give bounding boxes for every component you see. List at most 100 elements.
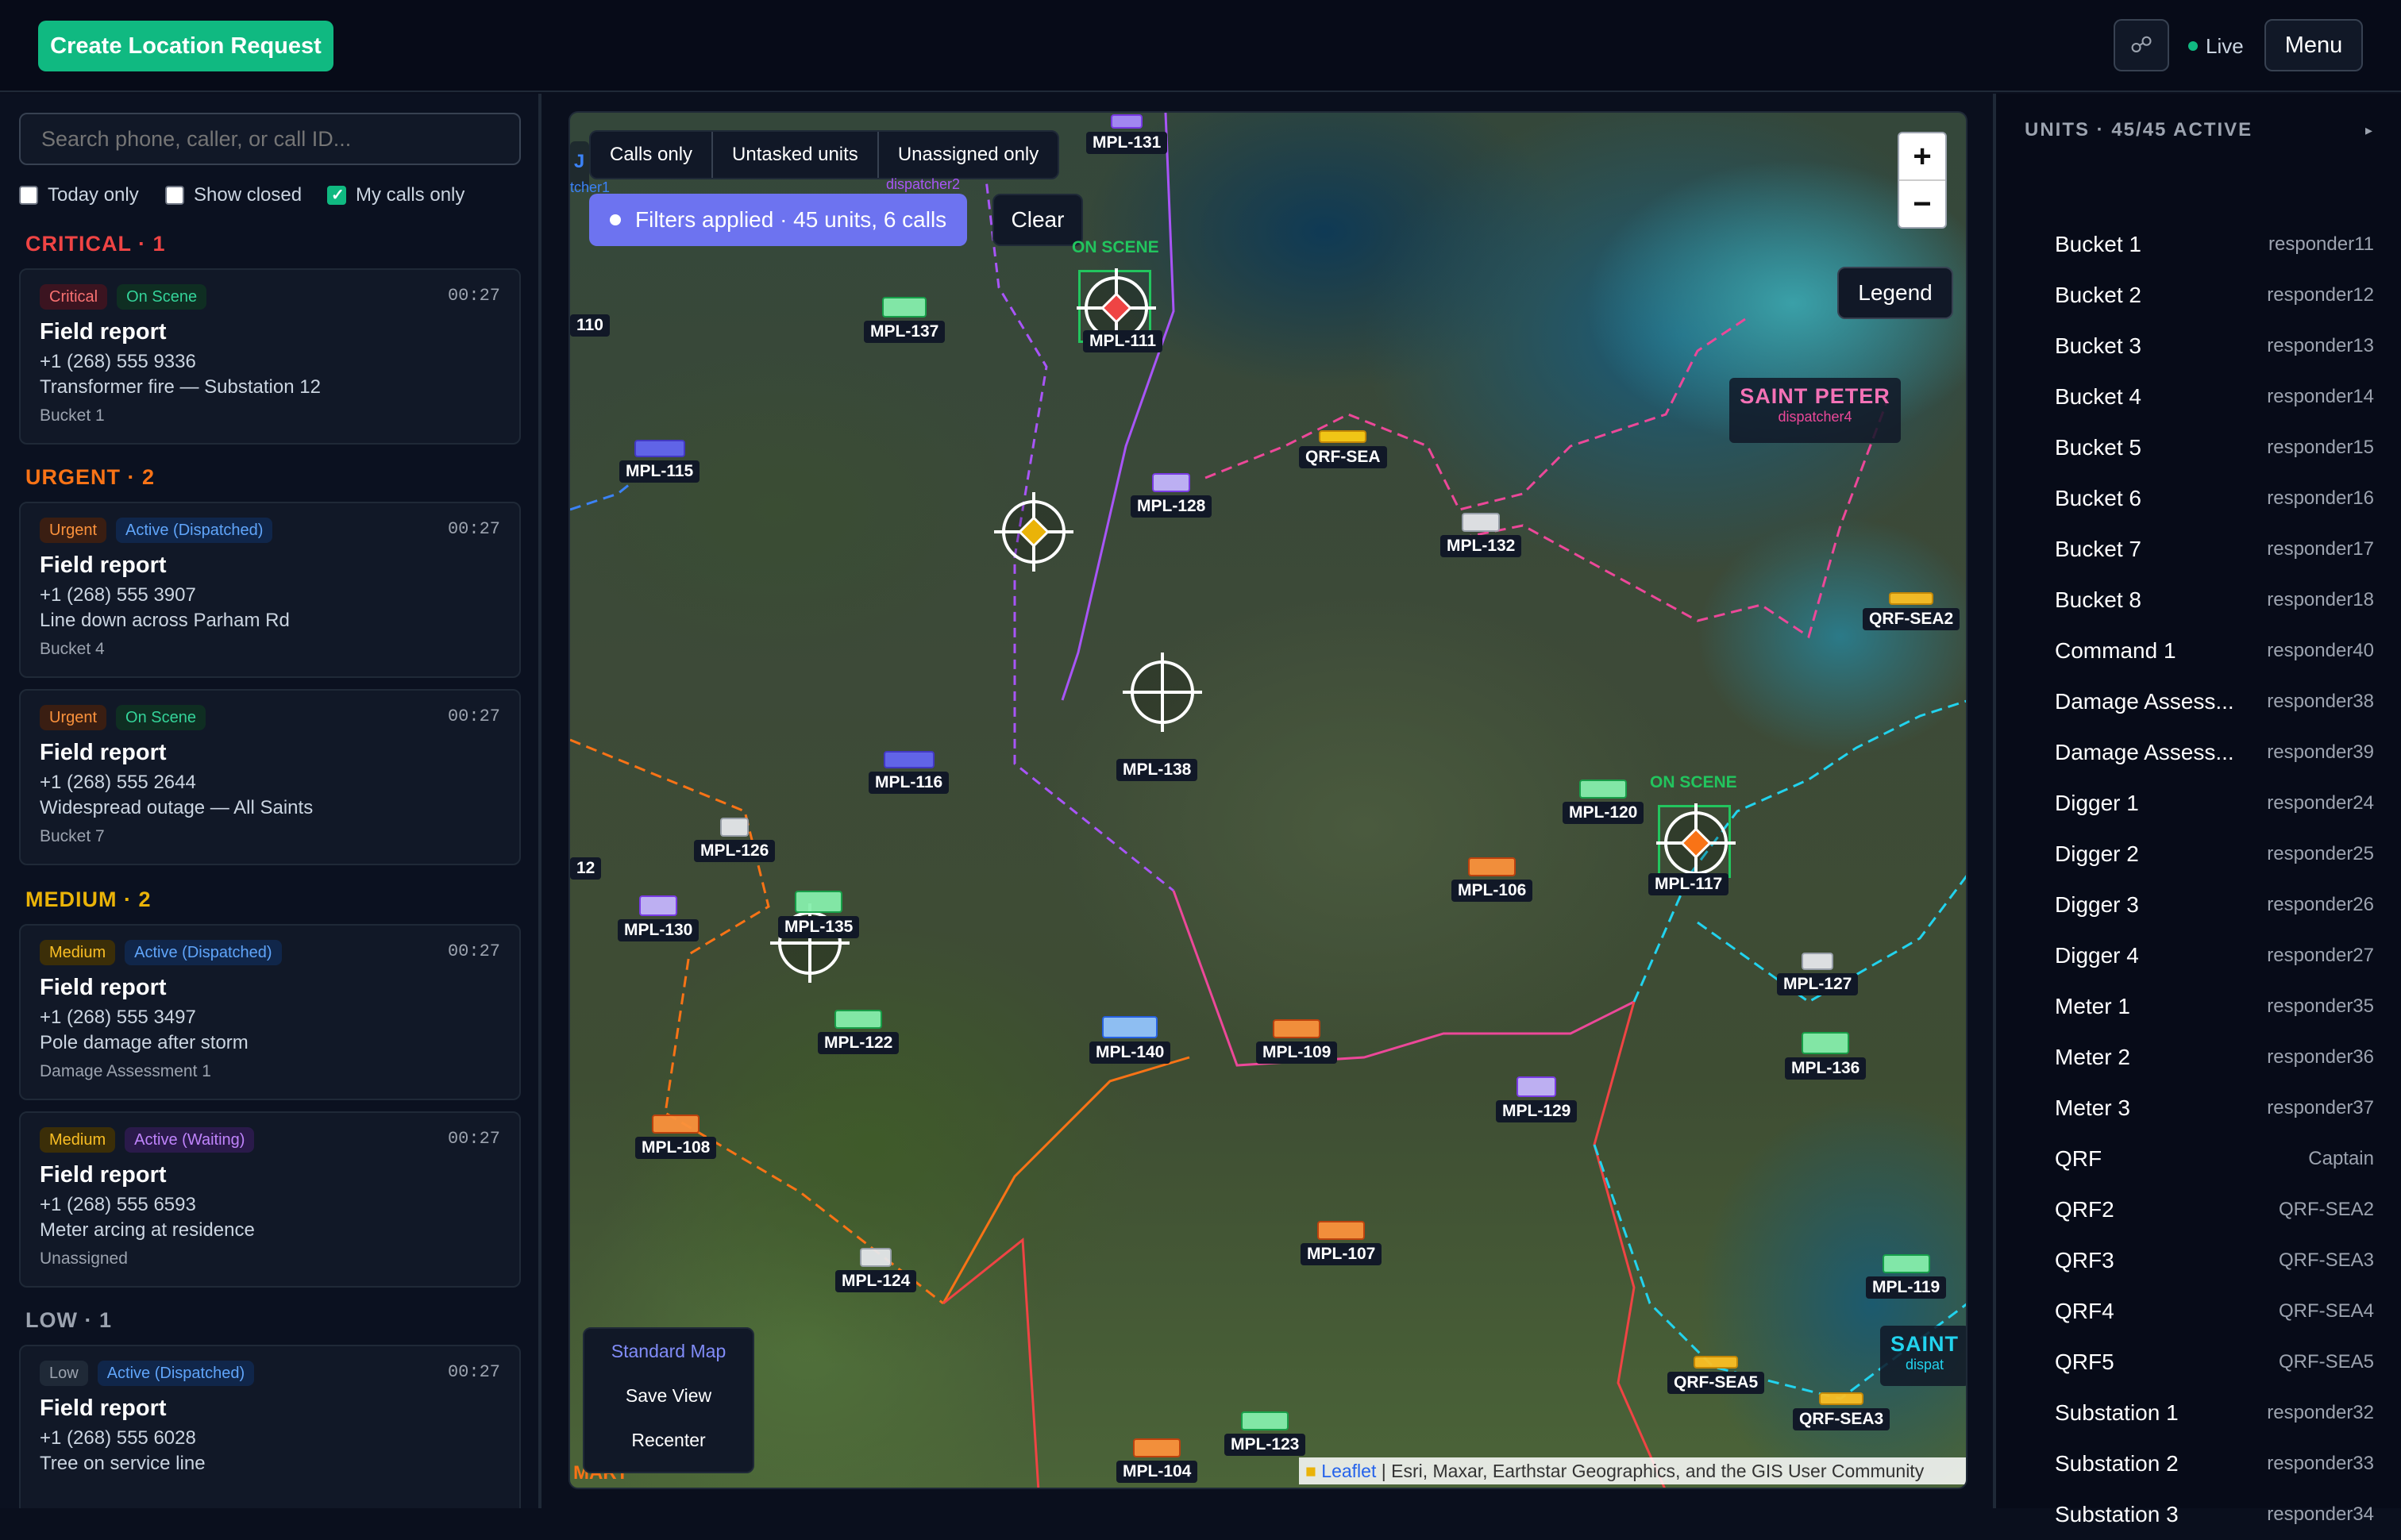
unit-list-item[interactable]: Meter 1 responder35 [2055,981,2374,1032]
unit-marker[interactable]: QRF-SEA5 [1667,1356,1765,1394]
checkbox-icon[interactable] [19,186,38,205]
call-card[interactable]: Critical On Scene 00:27 Field report +1 (… [19,268,521,445]
unit-marker[interactable]: MPL-140 [1089,1016,1171,1064]
unit-list-item[interactable]: Digger 4 responder27 [2055,930,2374,981]
filter-show-closed[interactable]: Show closed [165,184,302,206]
filters-applied-chip[interactable]: Filters applied · 45 units, 6 calls [589,194,968,246]
unit-marker[interactable]: MPL-129 [1496,1076,1578,1122]
unit-marker[interactable]: MPL-136 [1785,1032,1867,1080]
filter-unassigned-only[interactable]: Unassigned only [879,132,1058,178]
unit-list-item[interactable]: Bucket 1 responder11 [2055,219,2374,270]
unit-label: MPL-107 [1301,1243,1382,1265]
call-description: Meter arcing at residence [40,1219,255,1241]
unit-marker[interactable]: MPL-132 [1440,513,1522,557]
unit-marker[interactable]: MPL-122 [818,1010,900,1054]
unit-marker[interactable]: MPL-111 [1083,319,1163,352]
unit-list-item[interactable]: Damage Assess... responder39 [2055,727,2374,778]
unit-list-item[interactable]: Bucket 8 responder18 [2055,575,2374,626]
unit-marker[interactable]: MPL-130 [618,895,699,941]
truck-icon [1119,319,1127,327]
filter-my-calls-only[interactable]: My calls only [327,184,464,206]
call-marker-medium-icon[interactable] [994,492,1073,572]
filter-calls-only[interactable]: Calls only [591,132,714,178]
unit-marker[interactable]: MPL-104 [1116,1438,1198,1483]
clear-filters-button[interactable]: Clear [992,194,1083,246]
unit-list-item[interactable]: QRF4 QRF-SEA4 [2055,1286,2374,1337]
unit-list-item[interactable]: Bucket 4 responder14 [2055,372,2374,422]
unit-marker[interactable]: MPL-115 [619,440,700,483]
leaflet-link[interactable]: Leaflet [1321,1461,1376,1481]
map-view[interactable]: Calls only Untasked units Unassigned onl… [568,111,1967,1489]
unit-list-item[interactable]: Damage Assess... responder38 [2055,676,2374,727]
unit-list-item[interactable]: Bucket 3 responder13 [2055,321,2374,372]
checkbox-checked-icon[interactable] [327,185,346,205]
filter-untasked-units[interactable]: Untasked units [713,132,879,178]
unit-marker[interactable]: MPL-109 [1256,1019,1338,1064]
recenter-button[interactable]: Recenter [584,1418,753,1462]
network-icon[interactable]: ☍ [2114,19,2169,71]
search-input[interactable] [19,113,521,165]
call-card[interactable]: Medium Active (Dispatched) 00:27 Field re… [19,924,521,1100]
call-card[interactable]: Low Active (Dispatched) 00:27 Field repor… [19,1345,521,1508]
unit-list-item[interactable]: Digger 2 responder25 [2055,829,2374,880]
checkbox-icon[interactable] [165,186,184,205]
menu-button[interactable]: Menu [2264,19,2363,71]
unit-marker[interactable]: QRF-SEA [1299,430,1387,468]
unit-list-item[interactable]: Meter 3 responder37 [2055,1083,2374,1134]
legend-button[interactable]: Legend [1837,267,1953,319]
call-phone: +1 (268) 555 6028 [40,1427,196,1449]
unit-marker[interactable]: MPL-120 [1563,780,1644,824]
zoom-out-button[interactable]: − [1899,181,1945,229]
unit-marker[interactable]: MPL-107 [1301,1221,1382,1265]
call-card[interactable]: Urgent On Scene 00:27 Field report +1 (26… [19,689,521,865]
unit-marker[interactable]: MPL-127 [1777,953,1859,995]
unit-marker[interactable]: MPL-123 [1224,1411,1306,1456]
unit-list-item[interactable]: QRF5 QRF-SEA5 [2055,1337,2374,1388]
unit-list-item[interactable]: Bucket 7 responder17 [2055,524,2374,575]
unit-marker[interactable]: MPL-117 [1648,862,1729,895]
unit-marker[interactable]: MPL-124 [835,1248,917,1292]
unit-responder: responder37 [2267,1097,2374,1118]
collapse-arrow-icon[interactable]: ▸ [2365,122,2372,139]
live-indicator: Live [2188,32,2244,60]
unit-marker[interactable]: MPL-138 [1116,748,1198,781]
unit-marker[interactable]: MPL-135 [778,891,860,938]
zone-border-pink [1172,890,1635,1067]
unit-list-item[interactable]: Meter 2 responder36 [2055,1032,2374,1083]
unit-list-item[interactable]: Digger 1 responder24 [2055,778,2374,829]
unit-marker[interactable]: MPL-131 [1086,114,1168,154]
save-view-button[interactable]: Save View [584,1373,753,1418]
unit-marker[interactable]: QRF-SEA2 [1863,592,1960,630]
unit-list-item[interactable]: Bucket 6 responder16 [2055,473,2374,524]
zoom-in-button[interactable]: + [1899,133,1945,181]
truck-icon [720,818,750,837]
unit-marker[interactable]: MPL-108 [635,1115,717,1159]
unit-marker[interactable]: QRF-SEA3 [1793,1392,1890,1430]
unit-list-item[interactable]: Digger 3 responder26 [2055,880,2374,930]
standard-map-button[interactable]: Standard Map [584,1329,753,1373]
unit-label: QRF-SEA3 [1793,1408,1890,1430]
truck-icon [882,297,927,318]
unit-list-item[interactable]: Substation 2 responder33 [2055,1438,2374,1489]
unit-list-item[interactable]: Substation 3 responder34 [2055,1489,2374,1540]
call-marker-icon[interactable] [1123,653,1202,732]
unit-list-item[interactable]: Substation 1 responder32 [2055,1388,2374,1438]
call-card[interactable]: Medium Active (Waiting) 00:27 Field repor… [19,1111,521,1288]
unit-marker[interactable]: 110 [570,311,610,337]
unit-marker[interactable]: MPL-126 [694,818,776,862]
unit-list-item[interactable]: Bucket 5 responder15 [2055,422,2374,473]
unit-marker[interactable]: MPL-106 [1451,857,1533,902]
filter-today-only[interactable]: Today only [19,184,139,206]
unit-list-item[interactable]: QRF Captain [2055,1134,2374,1184]
create-location-request-button[interactable]: Create Location Request [38,21,333,71]
unit-marker[interactable]: MPL-119 [1866,1254,1947,1299]
unit-list-item[interactable]: QRF2 QRF-SEA2 [2055,1184,2374,1235]
unit-marker[interactable]: MPL-137 [864,297,946,343]
unit-list-item[interactable]: Command 1 responder40 [2055,626,2374,676]
unit-list-item[interactable]: Bucket 2 responder12 [2055,270,2374,321]
unit-marker[interactable]: 12 [570,854,602,880]
unit-marker[interactable]: MPL-128 [1131,473,1212,518]
unit-marker[interactable]: MPL-116 [869,751,950,794]
call-card[interactable]: Urgent Active (Dispatched) 00:27 Field re… [19,502,521,678]
unit-list-item[interactable]: QRF3 QRF-SEA3 [2055,1235,2374,1286]
